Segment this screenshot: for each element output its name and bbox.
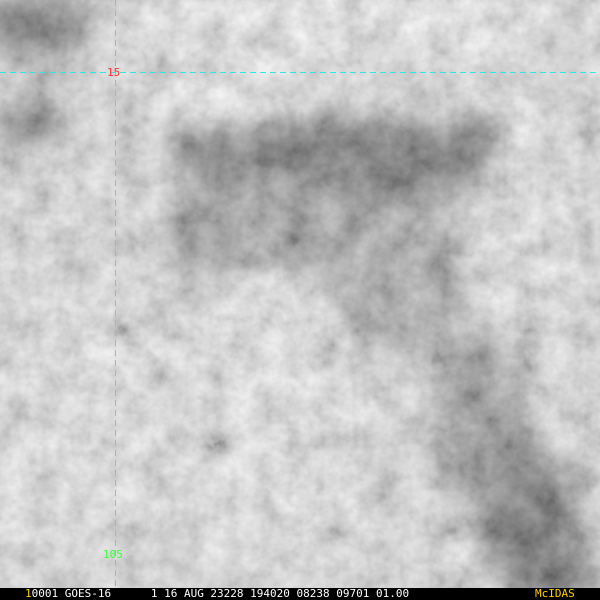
status-bar: 1 0001 GOES-16 1 16 AUG 23228 194020 0823… (0, 588, 600, 600)
longitude-label: 105 (103, 548, 123, 561)
satellite-cloud-image (0, 0, 600, 588)
mcidas-brand: McIDAS (535, 588, 575, 600)
image-info: 0001 GOES-16 1 16 AUG 23228 194020 08238… (31, 588, 410, 600)
frame-number: 1 (25, 588, 32, 600)
latitude-label: 15 (107, 66, 121, 79)
